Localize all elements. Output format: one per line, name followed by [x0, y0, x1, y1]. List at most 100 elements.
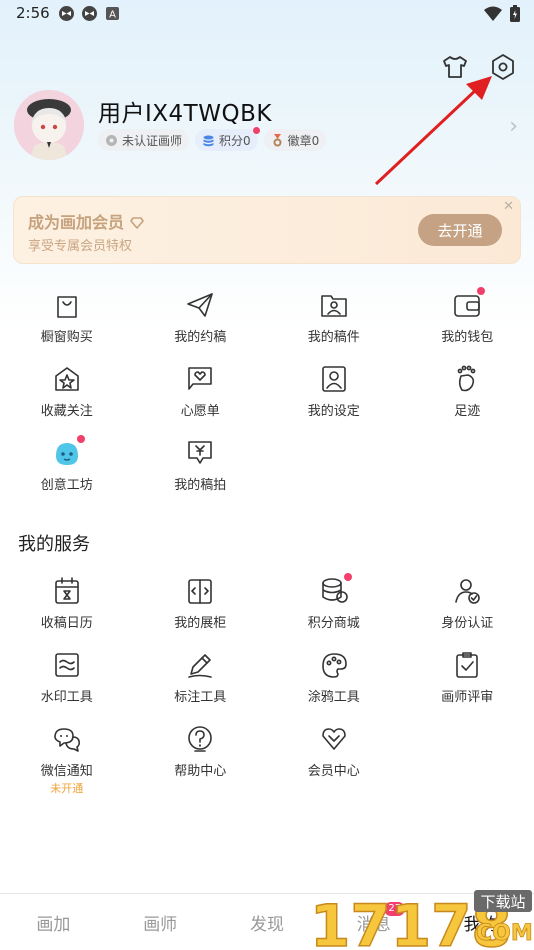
notification-dot [477, 287, 486, 295]
status-bar: 2:56 A [0, 0, 534, 28]
tab-discover[interactable]: 发现 [214, 894, 321, 950]
menu-item[interactable]: 微信通知 未开通 [0, 720, 134, 795]
menu-item-label: 标注工具 [174, 690, 227, 705]
menu-item[interactable]: 我的设定 [267, 360, 401, 434]
points-badge[interactable]: 积分0 [195, 127, 260, 151]
status-time: 2:56 [16, 4, 50, 22]
vip-banner[interactable]: 成为画加会员 享受专属会员特权 去开通 ✕ [13, 196, 521, 264]
menu-item[interactable]: 足迹 [401, 360, 534, 434]
tab-huajia[interactable]: 画加 [0, 894, 107, 950]
menu-item[interactable]: 我的稿件 [267, 286, 401, 360]
vip-title: 成为画加会员 [28, 213, 125, 232]
menu-item[interactable]: 收稿日历 [0, 572, 134, 646]
badge-label: 未认证画师 [122, 133, 183, 148]
clipboard-check-icon [452, 650, 482, 680]
menu-item[interactable]: 创意工坊 [0, 434, 134, 508]
chevron-right-icon[interactable]: › [509, 114, 518, 139]
notification-dot [76, 435, 85, 443]
wifi-icon [484, 6, 502, 26]
menu-item-label: 心愿单 [180, 404, 220, 419]
svg-text:COM: COM [476, 921, 533, 946]
menu-item-label: 足迹 [454, 404, 481, 419]
menu-item-label: 我的展柜 [174, 616, 227, 631]
services-grid: 收稿日历 我的展柜 积分商城 身份认证 水印工具 标注工具 涂鸦工具 画师评审 微信通知 未开通帮… [0, 572, 534, 795]
wechat-icon [52, 724, 82, 754]
star-box-icon [52, 364, 82, 394]
palette-icon [319, 650, 349, 680]
coin-stack-icon [203, 135, 214, 146]
menu-item[interactable]: 涂鸦工具 [267, 646, 401, 720]
menu-item[interactable]: 心愿单 [134, 360, 268, 434]
menu-item[interactable]: 积分商城 [267, 572, 401, 646]
tab-artists[interactable]: 画师 [107, 894, 214, 950]
menu-item-label: 画师评审 [441, 690, 494, 705]
paper-plane-icon [185, 290, 215, 320]
showcase-icon [185, 576, 215, 606]
verified-user-icon [452, 576, 482, 606]
app-notification-icon [58, 5, 75, 22]
person-card-icon [319, 364, 349, 394]
watermark-icon [52, 650, 82, 680]
menu-item-label: 微信通知 [40, 764, 93, 779]
menu-item[interactable]: 标注工具 [134, 646, 268, 720]
menu-item-status: 未开通 [50, 782, 84, 795]
menu-item-label: 会员中心 [307, 764, 360, 779]
svg-text:下载站: 下载站 [480, 893, 525, 911]
certification-badge[interactable]: 未认证画师 [98, 129, 190, 151]
menu-item[interactable]: 会员中心 [267, 720, 401, 794]
feature-grid: 橱窗购买 我的约稿 我的稿件 我的钱包收藏关注 心愿单 我的设定 足迹创意工坊 我的稿拍 [0, 286, 534, 508]
menu-item-label: 我的稿拍 [174, 478, 227, 493]
battery-icon [510, 5, 520, 26]
menu-item[interactable]: 我的钱包 [401, 286, 534, 360]
menu-item[interactable]: 身份认证 [401, 572, 534, 646]
services-title: 我的服务 [18, 534, 90, 555]
pen-icon [185, 650, 215, 680]
avatar[interactable] [14, 90, 84, 160]
menu-item-label: 水印工具 [40, 690, 93, 705]
menu-item[interactable]: 橱窗购买 [0, 286, 134, 360]
menu-item-label: 积分商城 [307, 616, 360, 631]
profile-header[interactable]: 用户IX4TWQBK 未认证画师 积分0 徽章0 › [14, 88, 520, 160]
menu-item-label: 我的约稿 [174, 330, 227, 345]
menu-item[interactable]: 水印工具 [0, 646, 134, 720]
heart-box-icon [185, 364, 215, 394]
menu-item-label: 涂鸦工具 [307, 690, 360, 705]
shopping-bag-icon [52, 290, 82, 320]
calendar-icon [52, 576, 82, 606]
vip-heart-icon [319, 724, 349, 754]
menu-item-label: 我的稿件 [307, 330, 360, 345]
gear-badge-icon [106, 134, 117, 146]
close-icon[interactable]: ✕ [503, 199, 514, 214]
username: 用户IX4TWQBK [98, 101, 272, 127]
svg-text:A: A [109, 10, 116, 21]
menu-item-label: 创意工坊 [40, 478, 93, 493]
open-vip-button[interactable]: 去开通 [418, 214, 502, 246]
menu-item[interactable]: 收藏关注 [0, 360, 134, 434]
menu-item-label: 橱窗购买 [40, 330, 93, 345]
badge-label: 积分0 [219, 133, 251, 148]
menu-item[interactable]: 我的展柜 [134, 572, 268, 646]
menu-item-label: 我的钱包 [441, 330, 494, 345]
vip-heart-icon [129, 217, 144, 229]
menu-item-label: 身份认证 [441, 616, 494, 631]
menu-item-label: 收稿日历 [40, 616, 93, 631]
menu-item-label: 收藏关注 [40, 404, 93, 419]
help-icon [185, 724, 215, 754]
folder-user-icon [319, 290, 349, 320]
wallet-icon [452, 287, 486, 320]
menu-item[interactable]: 我的稿拍 [134, 434, 268, 508]
yen-chat-icon [185, 438, 215, 468]
blob-mascot-icon [52, 435, 85, 468]
vip-subtitle: 享受专属会员特权 [28, 239, 133, 254]
medal-badge[interactable]: 徽章0 [263, 129, 327, 151]
menu-item-label: 帮助中心 [174, 764, 227, 779]
site-watermark-logo: 17178 下载站 COM [309, 890, 533, 950]
menu-item[interactable]: 帮助中心 [134, 720, 268, 794]
medal-icon [273, 133, 282, 146]
app-notification-icon [81, 5, 98, 22]
menu-item[interactable]: 画师评审 [401, 646, 534, 720]
menu-item-label: 我的设定 [307, 404, 360, 419]
a-box-icon: A [104, 5, 121, 22]
menu-item[interactable]: 我的约稿 [134, 286, 268, 360]
coin-stack-icon [319, 573, 352, 606]
